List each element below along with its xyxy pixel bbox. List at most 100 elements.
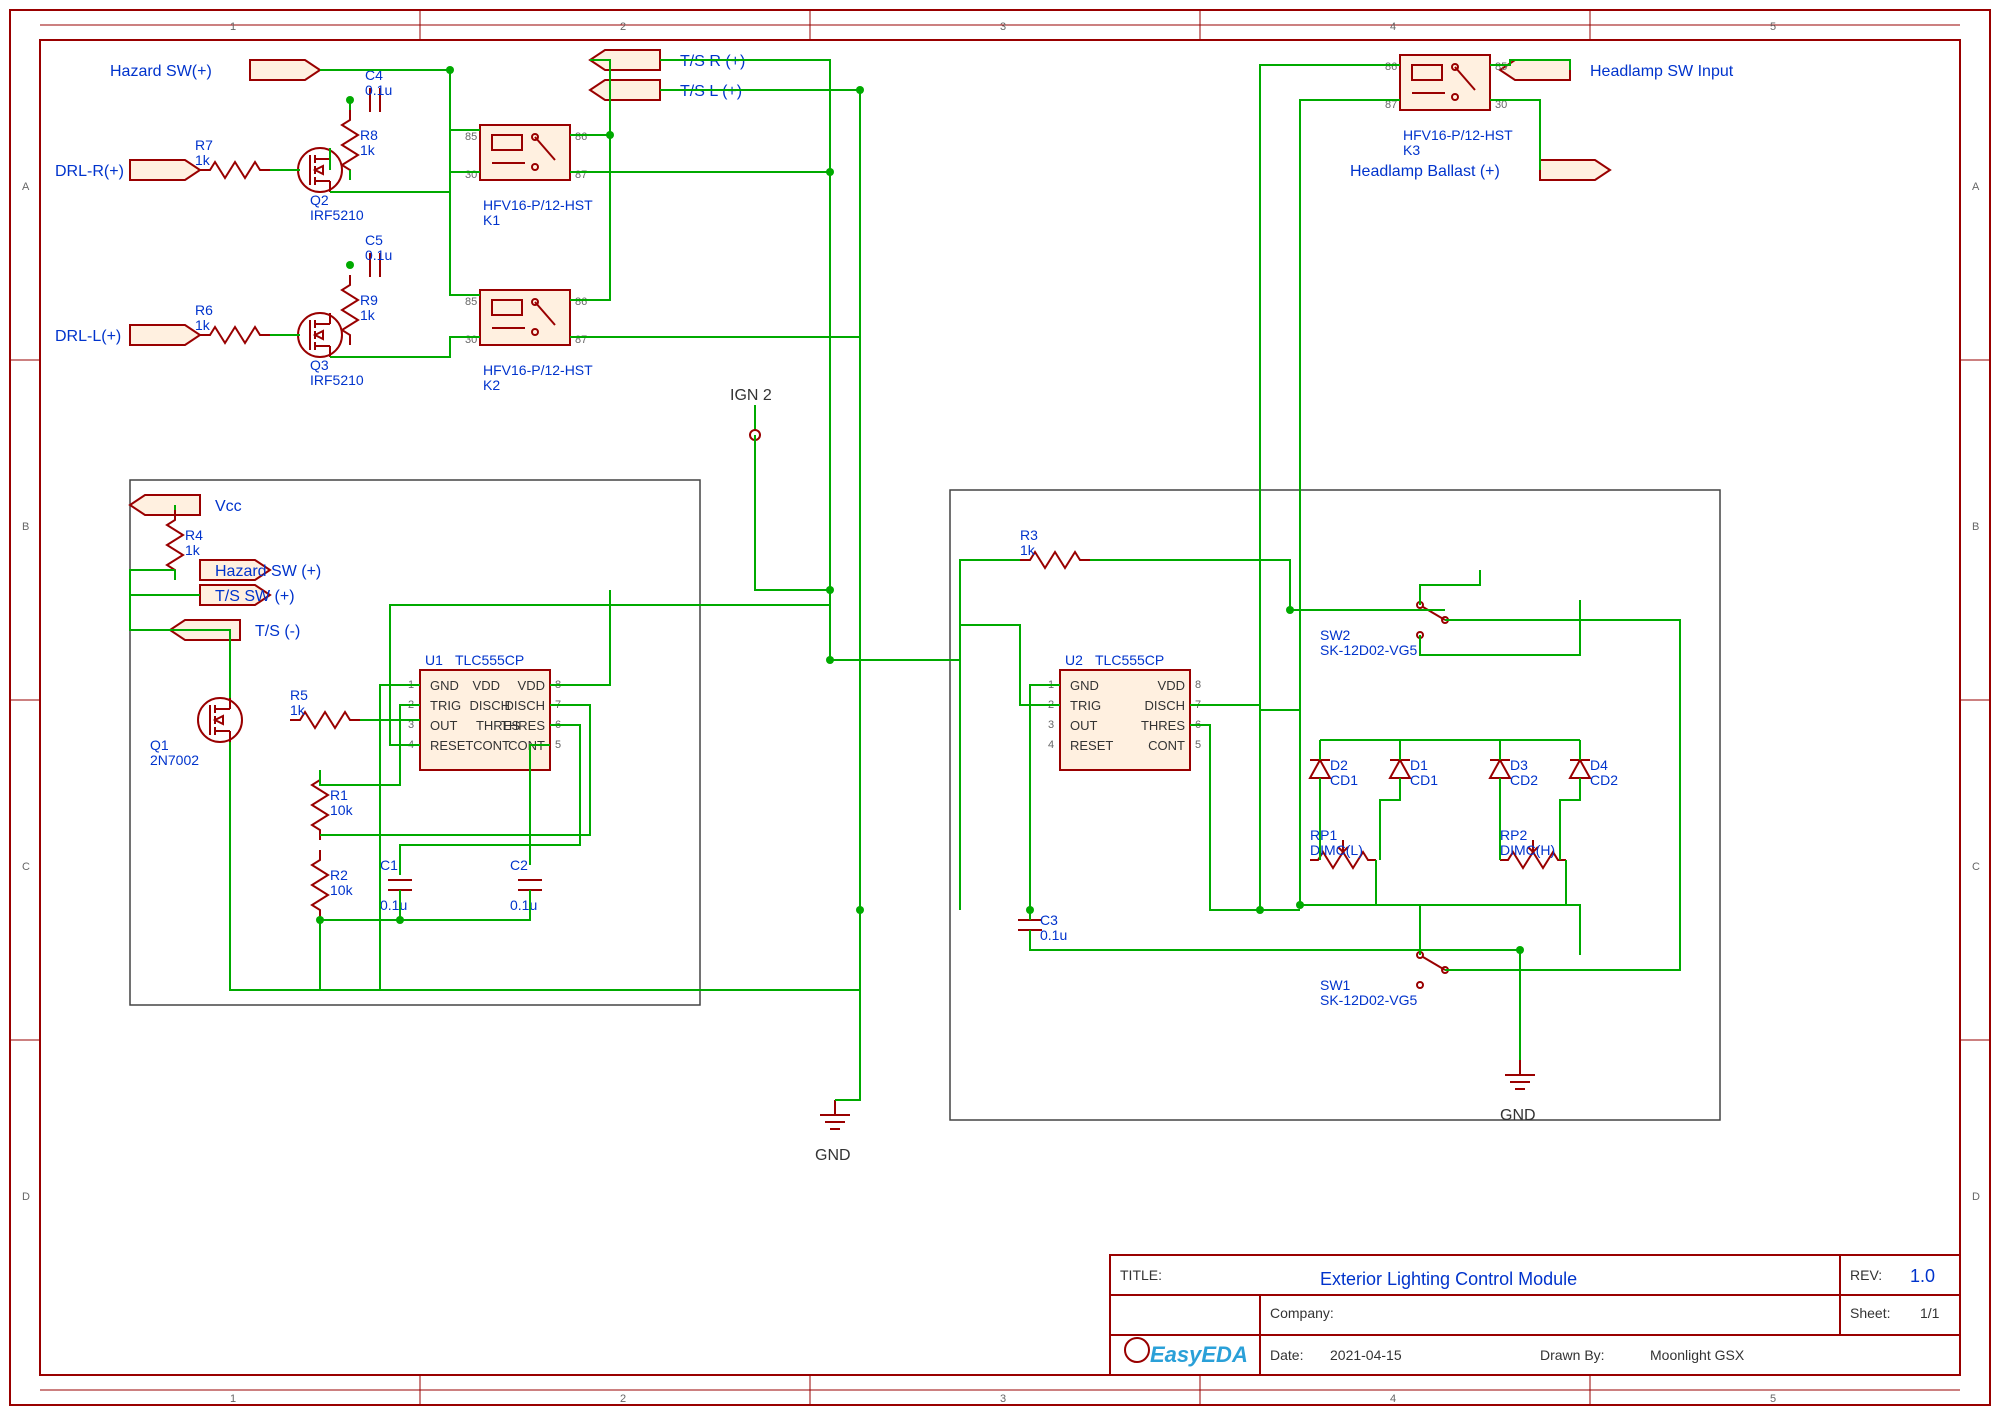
SW1: SW1SK-12D02-VG5	[1320, 952, 1448, 1008]
svg-text:A: A	[1972, 181, 1980, 193]
svg-text:DISCH: DISCH	[1145, 698, 1185, 713]
C2: C2 0.1u	[510, 857, 542, 913]
svg-text:Headlamp SW Input: Headlamp SW Input	[1590, 63, 1734, 80]
R3: R31k	[1020, 527, 1090, 568]
R8: R81k	[342, 110, 378, 180]
svg-text:4: 4	[1390, 1393, 1396, 1405]
svg-text:D4: D4	[1590, 757, 1608, 773]
svg-text:RP1: RP1	[1310, 827, 1337, 843]
svg-text:1k: 1k	[185, 542, 201, 558]
svg-text:DRL-R(+): DRL-R(+)	[55, 163, 124, 180]
svg-text:THRES: THRES	[1141, 718, 1185, 733]
svg-text:T/S R (+): T/S R (+)	[680, 53, 745, 70]
K3: HFV16-P/12-HSTK3 86858730	[1385, 55, 1513, 158]
svg-text:TITLE:: TITLE:	[1120, 1267, 1162, 1283]
svg-text:CONT: CONT	[473, 738, 510, 753]
svg-text:OUT: OUT	[430, 718, 458, 733]
svg-text:85: 85	[465, 296, 477, 308]
port-drl-r	[130, 160, 200, 180]
svg-text:U1: U1	[425, 652, 443, 668]
svg-text:D: D	[22, 1191, 30, 1203]
svg-text:R6: R6	[195, 302, 213, 318]
net-ign2: IGN 2	[730, 387, 772, 404]
svg-text:TLC555CP: TLC555CP	[455, 652, 524, 668]
R1: R110k	[312, 770, 354, 840]
svg-text:D1: D1	[1410, 757, 1428, 773]
RP2: RP2DIMC(H)	[1500, 827, 1566, 868]
svg-text:B: B	[22, 521, 29, 533]
svg-text:D: D	[1972, 1191, 1980, 1203]
svg-text:OUT: OUT	[1070, 718, 1098, 733]
svg-text:Sheet:: Sheet:	[1850, 1305, 1890, 1321]
svg-text:CD1: CD1	[1330, 772, 1358, 788]
svg-text:0.1u: 0.1u	[1040, 927, 1067, 943]
svg-text:D3: D3	[1510, 757, 1528, 773]
svg-text:1k: 1k	[195, 152, 211, 168]
R6: R61k	[195, 302, 270, 343]
svg-text:C3: C3	[1040, 912, 1058, 928]
svg-text:Hazard SW (+): Hazard SW (+)	[215, 563, 321, 580]
svg-text:Drawn By:: Drawn By:	[1540, 1347, 1605, 1363]
svg-text:R9: R9	[360, 292, 378, 308]
svg-text:30: 30	[465, 334, 477, 346]
svg-text:GND: GND	[430, 678, 459, 693]
svg-text:5: 5	[1195, 739, 1201, 751]
svg-text:R1: R1	[330, 787, 348, 803]
svg-text:R7: R7	[195, 137, 213, 153]
svg-text:HFV16-P/12-HST: HFV16-P/12-HST	[483, 197, 593, 213]
port-ts-l	[590, 80, 660, 100]
svg-text:1k: 1k	[360, 307, 376, 323]
svg-text:K2: K2	[483, 377, 500, 393]
C1: C10.1u	[380, 857, 412, 913]
K1: HFV16-P/12-HSTK1 85863087	[465, 125, 593, 228]
svg-text:DRL-L(+): DRL-L(+)	[55, 328, 121, 345]
svg-text:IRF5210: IRF5210	[310, 207, 364, 223]
svg-text:1k: 1k	[360, 142, 376, 158]
svg-text:R5: R5	[290, 687, 308, 703]
svg-text:2: 2	[620, 1393, 626, 1405]
svg-text:86: 86	[575, 131, 587, 143]
svg-text:C2: C2	[510, 857, 528, 873]
svg-text:10k: 10k	[330, 802, 354, 818]
svg-text:0.1u: 0.1u	[510, 897, 537, 913]
port-hazard-sw-top	[250, 60, 320, 80]
C3: C30.1u	[1018, 912, 1067, 943]
svg-text:Company:: Company:	[1270, 1305, 1334, 1321]
svg-text:K1: K1	[483, 212, 500, 228]
svg-text:GND: GND	[1500, 1107, 1536, 1124]
svg-text:1k: 1k	[290, 702, 306, 718]
R7: R71k	[195, 137, 270, 178]
svg-text:85: 85	[465, 131, 477, 143]
svg-text:T/S (-): T/S (-)	[255, 623, 300, 640]
svg-text:D2: D2	[1330, 757, 1348, 773]
K2: HFV16-P/12-HSTK2 85863087	[465, 290, 593, 393]
sheet-title: Exterior Lighting Control Module	[1320, 1269, 1577, 1289]
svg-text:T/S SW (+): T/S SW (+)	[215, 588, 295, 605]
svg-text:CD1: CD1	[1410, 772, 1438, 788]
svg-text:30: 30	[465, 169, 477, 181]
svg-text:86: 86	[1385, 61, 1397, 73]
svg-text:3: 3	[1000, 21, 1006, 33]
svg-text:86: 86	[575, 296, 587, 308]
svg-text:B: B	[1972, 521, 1979, 533]
svg-text:VDD: VDD	[1158, 678, 1185, 693]
svg-text:SW1: SW1	[1320, 977, 1351, 993]
svg-text:2N7002: 2N7002	[150, 752, 199, 768]
svg-text:Q1: Q1	[150, 737, 169, 753]
subcircuit-right	[950, 490, 1720, 1120]
svg-text:1: 1	[230, 1393, 236, 1405]
svg-text:0.1u: 0.1u	[365, 247, 392, 263]
svg-text:3: 3	[1048, 719, 1054, 731]
easyeda-logo: EasyEDA	[1150, 1342, 1248, 1367]
svg-text:Vcc: Vcc	[215, 498, 242, 515]
svg-text:SK-12D02-VG5: SK-12D02-VG5	[1320, 642, 1417, 658]
Q3: Q3IRF5210	[298, 313, 364, 388]
svg-text:C5: C5	[365, 232, 383, 248]
svg-text:SW2: SW2	[1320, 627, 1351, 643]
svg-text:GND: GND	[815, 1147, 851, 1164]
svg-text:4: 4	[1390, 21, 1396, 33]
gnd-left: GND	[815, 1100, 851, 1164]
C4: C40.1u	[365, 67, 392, 112]
svg-text:0.1u: 0.1u	[380, 897, 407, 913]
U1: U1TLC555CP GNDTRIGOUTRESET VDDDISCHTHRES…	[408, 652, 561, 770]
